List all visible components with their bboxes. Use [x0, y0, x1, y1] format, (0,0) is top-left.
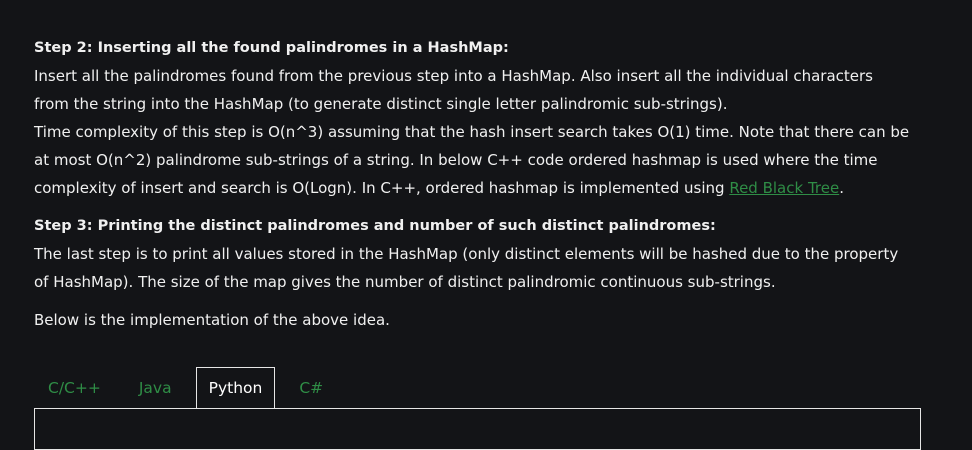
- step-3-heading: Step 3: Printing the distinct palindrome…: [34, 218, 716, 234]
- article-content: Step 2: Inserting all the found palindro…: [34, 34, 934, 334]
- code-panel: [34, 408, 921, 450]
- step-2-line-5-text: complexity of insert and search is O(Log…: [34, 179, 730, 197]
- implementation-note: Below is the implementation of the above…: [34, 311, 390, 329]
- tab-java[interactable]: Java: [125, 368, 186, 408]
- tab-python[interactable]: Python: [195, 367, 276, 408]
- step-2-line-4: at most O(n^2) palindrome sub-strings of…: [34, 151, 878, 169]
- step-3-line-2: of HashMap). The size of the map gives t…: [34, 273, 776, 291]
- step-3-line-1: The last step is to print all values sto…: [34, 245, 899, 263]
- language-tabs: C/C++ Java Python C#: [34, 367, 347, 408]
- step-2-heading: Step 2: Inserting all the found palindro…: [34, 40, 509, 56]
- red-black-tree-link[interactable]: Red Black Tree: [729, 179, 839, 197]
- tab-c-cpp[interactable]: C/C++: [34, 368, 115, 408]
- step-2-line-3: Time complexity of this step is O(n^3) a…: [34, 123, 910, 141]
- tab-csharp[interactable]: C#: [285, 368, 337, 408]
- step-2-line-5: complexity of insert and search is O(Log…: [34, 174, 934, 202]
- step-2-line-1: Insert all the palindromes found from th…: [34, 67, 873, 85]
- step-2-line-2: from the string into the HashMap (to gen…: [34, 95, 728, 113]
- step-2-line-5-period: .: [839, 179, 844, 197]
